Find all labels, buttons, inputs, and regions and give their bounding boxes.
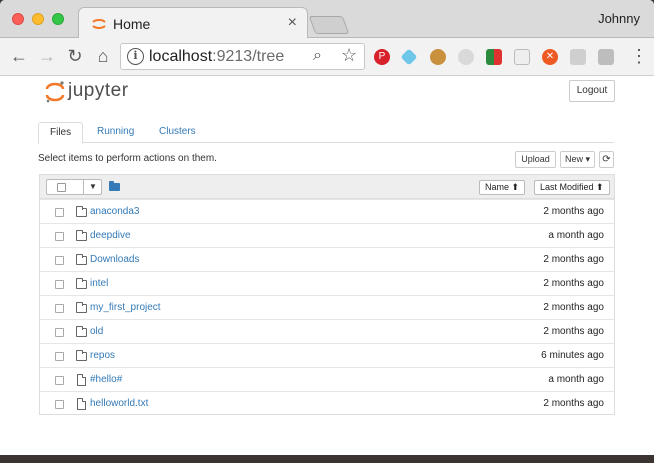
row-checkbox[interactable] [55, 400, 64, 409]
forward-icon[interactable]: → [36, 45, 58, 67]
new-dropdown-button[interactable]: New ▾ [560, 151, 595, 168]
item-modified: 2 months ago [543, 278, 604, 289]
select-all-checkbox[interactable] [57, 183, 66, 192]
gem-extension-icon[interactable] [400, 48, 418, 66]
folder-icon [76, 254, 87, 265]
file-icon [77, 398, 86, 410]
row-checkbox[interactable] [55, 352, 64, 361]
close-window-button[interactable] [12, 13, 24, 25]
item-modified: a month ago [548, 230, 604, 241]
row-checkbox[interactable] [55, 376, 64, 385]
item-name-link[interactable]: repos [90, 350, 115, 361]
upload-button[interactable]: Upload [515, 151, 556, 168]
address-bar[interactable]: i localhost:9213/tree ⌕ ☆ [120, 43, 365, 70]
home-icon[interactable]: ⌂ [92, 45, 114, 67]
url-path: :9213/tree [212, 48, 285, 65]
card-extension-icon[interactable] [514, 49, 530, 65]
browser-tab-home[interactable]: Home × [78, 7, 308, 39]
item-modified: a month ago [548, 374, 604, 385]
row-checkbox[interactable] [55, 304, 64, 313]
list-item[interactable]: my_first_project 2 months ago [40, 295, 614, 319]
tab-files[interactable]: Files [38, 122, 84, 144]
item-name-link[interactable]: old [90, 326, 103, 337]
jupyter-logo-text[interactable]: jupyter [68, 80, 129, 102]
back-icon[interactable]: ← [8, 45, 30, 67]
maximize-window-button[interactable] [52, 13, 64, 25]
item-modified: 2 months ago [543, 254, 604, 265]
folder-icon [76, 230, 87, 241]
jupyter-favicon-icon [92, 19, 106, 29]
item-name-link[interactable]: #hello# [90, 374, 122, 385]
folder-icon [76, 206, 87, 217]
item-name-link[interactable]: my_first_project [90, 302, 161, 313]
jupyter-page: jupyter Logout Files Running Clusters Se… [0, 77, 654, 455]
folder-icon [76, 350, 87, 361]
item-name-link[interactable]: Downloads [90, 254, 139, 265]
tab-running[interactable]: Running [86, 122, 145, 143]
item-modified: 2 months ago [543, 398, 604, 409]
profile-name[interactable]: Johnny [598, 11, 640, 26]
file-listing: ▼ Name ⬆ Last Modified ⬆ anaconda3 2 mon… [39, 174, 615, 415]
row-checkbox[interactable] [55, 280, 64, 289]
pinterest-extension-icon[interactable]: P [374, 49, 390, 65]
chevron-down-icon[interactable]: ▼ [83, 179, 102, 195]
reload-icon[interactable]: ↻ [64, 45, 86, 67]
list-item[interactable]: intel 2 months ago [40, 271, 614, 295]
zoom-icon[interactable]: ⌕ [313, 47, 322, 65]
folder-icon [76, 326, 87, 337]
list-item[interactable]: anaconda3 2 months ago [40, 199, 614, 223]
row-checkbox[interactable] [55, 208, 64, 217]
item-modified: 2 months ago [543, 302, 604, 313]
grid-extension-icon[interactable] [486, 49, 502, 65]
tab-clusters[interactable]: Clusters [148, 122, 207, 143]
new-tab-button[interactable] [308, 16, 350, 34]
minimize-window-button[interactable] [32, 13, 44, 25]
tab-title: Home [113, 16, 151, 32]
bookmark-star-icon[interactable]: ☆ [341, 45, 357, 66]
list-item[interactable]: deepdive a month ago [40, 223, 614, 247]
list-item[interactable]: helloworld.txt 2 months ago [40, 391, 614, 415]
tab-strip: Home × Johnny [0, 0, 654, 39]
tag-extension-icon[interactable] [598, 49, 614, 65]
sort-by-modified-button[interactable]: Last Modified ⬆ [534, 180, 610, 195]
item-modified: 6 minutes ago [541, 350, 604, 361]
browser-menu-icon[interactable]: ⋮ [630, 46, 648, 67]
url-text[interactable]: localhost:9213/tree [149, 48, 284, 66]
jupyter-tabs: Files Running Clusters [38, 122, 614, 144]
item-name-link[interactable]: intel [90, 278, 108, 289]
item-name-link[interactable]: helloworld.txt [90, 398, 148, 409]
row-checkbox[interactable] [55, 232, 64, 241]
select-all-dropdown[interactable]: ▼ [46, 179, 102, 195]
list-item[interactable]: old 2 months ago [40, 319, 614, 343]
item-name-link[interactable]: deepdive [90, 230, 131, 241]
gear-extension-icon[interactable] [570, 49, 586, 65]
list-item[interactable]: Downloads 2 months ago [40, 247, 614, 271]
folder-icon [76, 278, 87, 289]
folder-icon [76, 302, 87, 313]
tab-close-icon[interactable]: × [288, 14, 297, 32]
list-item[interactable]: #hello# a month ago [40, 367, 614, 391]
browser-toolbar: ← → ↻ ⌂ i localhost:9213/tree ⌕ ☆ P ✕ ⋮ [0, 38, 654, 76]
leaf-extension-icon[interactable] [458, 49, 474, 65]
file-icon [77, 374, 86, 386]
item-modified: 2 months ago [543, 326, 604, 337]
row-checkbox[interactable] [55, 256, 64, 265]
jupyter-logo-icon[interactable] [44, 79, 66, 105]
item-name-link[interactable]: anaconda3 [90, 206, 140, 217]
row-checkbox[interactable] [55, 328, 64, 337]
cookie-extension-icon[interactable] [430, 49, 446, 65]
x-extension-icon[interactable]: ✕ [542, 49, 558, 65]
logout-button[interactable]: Logout [569, 80, 615, 102]
item-modified: 2 months ago [543, 206, 604, 217]
url-host: localhost [149, 48, 213, 65]
refresh-icon[interactable]: ⟳ [599, 151, 614, 168]
selection-hint: Select items to perform actions on them. [38, 153, 217, 164]
listing-header: ▼ Name ⬆ Last Modified ⬆ [40, 175, 614, 199]
site-info-icon[interactable]: i [127, 48, 144, 65]
breadcrumb-folder-icon[interactable] [109, 181, 120, 191]
list-item[interactable]: repos 6 minutes ago [40, 343, 614, 367]
sort-by-name-button[interactable]: Name ⬆ [479, 180, 526, 195]
browser-window: Home × Johnny ← → ↻ ⌂ i localhost:9213/t… [0, 0, 654, 455]
